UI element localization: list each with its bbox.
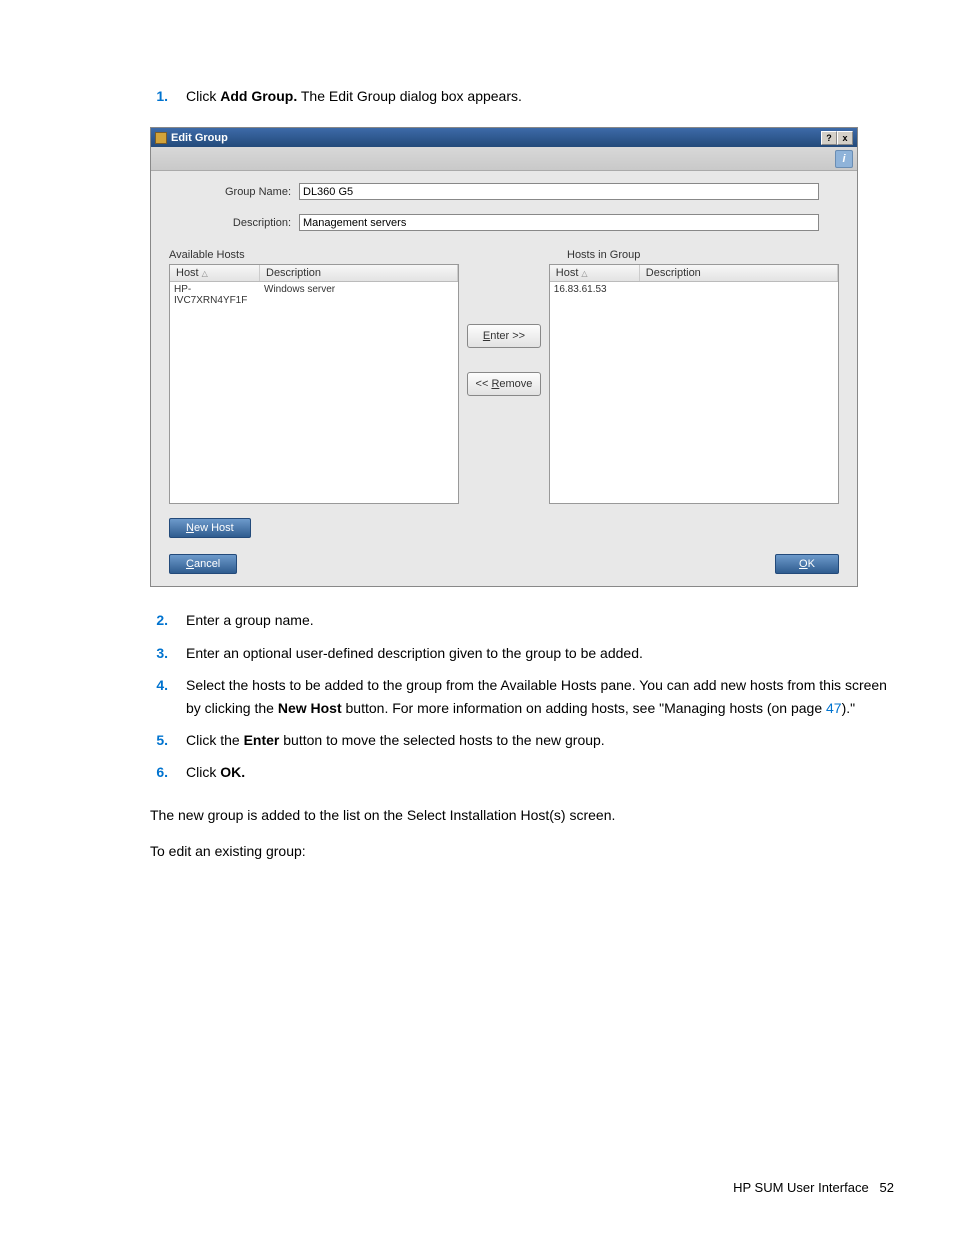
step-number: 5.	[150, 729, 186, 751]
col-description[interactable]: Description	[640, 265, 838, 281]
cancel-button[interactable]: Cancel	[169, 554, 237, 574]
titlebar-left: Edit Group	[155, 132, 228, 144]
step-number: 2.	[150, 609, 186, 631]
group-name-row: Group Name:	[169, 183, 839, 200]
step-3: 3. Enter an optional user-defined descri…	[150, 642, 894, 664]
info-icon[interactable]: i	[835, 150, 853, 168]
cell-host: 16.83.61.53	[550, 282, 640, 297]
description-label: Description:	[169, 217, 299, 229]
step-text: Click the Enter button to move the selec…	[186, 729, 894, 751]
enter-button[interactable]: Enter >>	[467, 324, 541, 348]
footer-section: HP SUM User Interface	[733, 1180, 869, 1195]
step-4: 4. Select the hosts to be added to the g…	[150, 674, 894, 719]
col-host[interactable]: Host△	[550, 265, 640, 281]
col-description[interactable]: Description	[260, 265, 458, 281]
cell-desc	[640, 282, 838, 297]
app-icon	[155, 132, 167, 144]
toolbar-strip: i	[151, 147, 857, 171]
step-number: 1.	[150, 85, 186, 107]
step-6: 6. Click OK.	[150, 761, 894, 783]
ok-button[interactable]: OK	[775, 554, 839, 574]
dialog-title: Edit Group	[171, 132, 228, 144]
table-header: Host△ Description	[550, 265, 838, 282]
remove-button[interactable]: << Remove	[467, 372, 541, 396]
cell-host: HP-IVC7XRN4YF1F	[170, 282, 260, 308]
table-header: Host△ Description	[170, 265, 458, 282]
available-hosts-label: Available Hosts	[169, 249, 479, 261]
hosts-in-group-label: Hosts in Group	[567, 249, 640, 261]
step-text: Select the hosts to be added to the grou…	[186, 674, 894, 719]
instruction-list-after: 2. Enter a group name. 3. Enter an optio…	[150, 609, 894, 783]
step-number: 3.	[150, 642, 186, 664]
step-text: Enter a group name.	[186, 609, 894, 631]
available-hosts-table[interactable]: Host△ Description HP-IVC7XRN4YF1F Window…	[169, 264, 459, 504]
table-row[interactable]: HP-IVC7XRN4YF1F Windows server	[170, 282, 458, 308]
sort-icon: △	[202, 269, 208, 278]
intro-paragraph: To edit an existing group:	[150, 840, 894, 862]
step-text: Enter an optional user-defined descripti…	[186, 642, 894, 664]
step-number: 4.	[150, 674, 186, 719]
step-2: 2. Enter a group name.	[150, 609, 894, 631]
instruction-list-before: 1. Click Add Group. The Edit Group dialo…	[150, 85, 894, 107]
page-link[interactable]: 47	[826, 700, 842, 716]
cell-desc: Windows server	[260, 282, 458, 308]
description-input[interactable]	[299, 214, 819, 231]
table-row[interactable]: 16.83.61.53	[550, 282, 838, 297]
sort-icon: △	[581, 269, 587, 278]
titlebar-buttons: ? x	[821, 131, 853, 145]
new-host-button[interactable]: New Host	[169, 518, 251, 538]
group-name-label: Group Name:	[169, 186, 299, 198]
hosts-in-group-table[interactable]: Host△ Description 16.83.61.53	[549, 264, 839, 504]
result-paragraph: The new group is added to the list on th…	[150, 804, 894, 826]
step-5: 5. Click the Enter button to move the se…	[150, 729, 894, 751]
step-number: 6.	[150, 761, 186, 783]
help-button[interactable]: ?	[821, 131, 837, 145]
col-host[interactable]: Host△	[170, 265, 260, 281]
page-footer: HP SUM User Interface 52	[733, 1180, 894, 1195]
group-name-input[interactable]	[299, 183, 819, 200]
dialog-titlebar: Edit Group ? x	[151, 128, 857, 147]
step-text: Click Add Group. The Edit Group dialog b…	[186, 85, 894, 107]
edit-group-dialog: Edit Group ? x i Group Name: Description…	[150, 127, 858, 587]
step-1: 1. Click Add Group. The Edit Group dialo…	[150, 85, 894, 107]
description-row: Description:	[169, 214, 839, 231]
transfer-buttons: Enter >> << Remove	[459, 264, 549, 396]
close-button[interactable]: x	[837, 131, 853, 145]
footer-page-number: 52	[880, 1180, 894, 1195]
step-text: Click OK.	[186, 761, 894, 783]
